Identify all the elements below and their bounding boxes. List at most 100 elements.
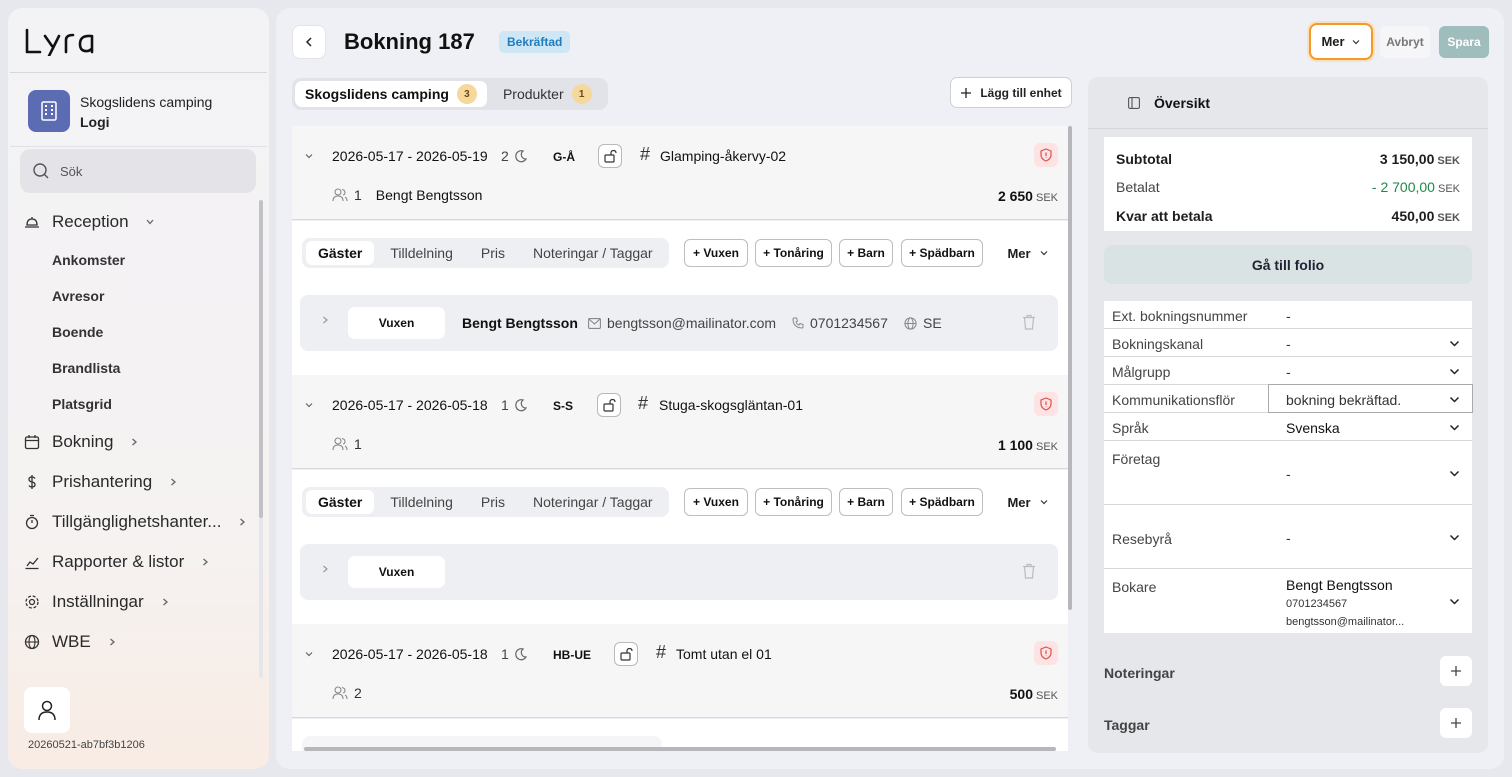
- unlock-icon: [603, 398, 616, 412]
- guest-row[interactable]: Vuxen Bengt Bengtsson bengtsson@mailinat…: [300, 295, 1058, 351]
- add-child-button[interactable]: + Barn: [839, 488, 893, 516]
- chevron-right-icon[interactable]: [320, 564, 330, 574]
- nav-rapporter[interactable]: Rapporter & listor: [24, 552, 210, 572]
- trash-icon[interactable]: [1022, 563, 1036, 579]
- price-currency: SEK: [1035, 690, 1058, 702]
- users-icon: [332, 686, 348, 700]
- add-infant-button[interactable]: + Spädbarn: [901, 239, 983, 267]
- field-travel-agency[interactable]: Resebyrå -: [1104, 505, 1472, 569]
- lock-toggle[interactable]: [598, 144, 622, 168]
- shield-button[interactable]: [1034, 143, 1058, 167]
- list-vertical-scrollbar[interactable]: [1068, 126, 1072, 610]
- unit-guest-name: Bengt Bengtsson: [375, 187, 483, 203]
- nav-sub-brandlista[interactable]: Brandlista: [52, 360, 120, 376]
- org-name[interactable]: Skogslidens camping: [80, 94, 212, 110]
- lock-toggle[interactable]: [597, 393, 621, 417]
- field-label: Företag: [1112, 451, 1161, 467]
- tab-produkter[interactable]: Produkter 1: [493, 81, 602, 107]
- nav-prishantering[interactable]: Prishantering: [24, 472, 178, 492]
- overview-panel: Översikt Subtotal 3 150,00 SEK Betalat - …: [1088, 77, 1488, 753]
- guest-row[interactable]: Vuxen: [300, 544, 1058, 600]
- chevron-down-icon: [1449, 396, 1460, 403]
- add-infant-button[interactable]: + Spädbarn: [901, 488, 983, 516]
- subtotal-label: Subtotal: [1116, 151, 1172, 167]
- search-input[interactable]: Sök: [20, 149, 256, 193]
- lyra-logo[interactable]: [24, 26, 104, 56]
- nav-installningar[interactable]: Inställningar: [24, 592, 170, 612]
- unit-card[interactable]: 2026-05-17 - 2026-05-18 1 S-S # Stuga-sk…: [292, 375, 1068, 469]
- unit-price: 1 100 SEK: [998, 437, 1058, 453]
- unit-card[interactable]: 2026-05-17 - 2026-05-18 1 HB-UE # Tomt u…: [292, 624, 1068, 718]
- add-tag-button[interactable]: [1440, 708, 1472, 738]
- field-value: -: [1286, 364, 1291, 380]
- sidebar-toggle-icon[interactable]: [1128, 96, 1140, 109]
- nav-reception[interactable]: Reception: [24, 212, 155, 232]
- trash-icon[interactable]: [1022, 314, 1036, 330]
- unlock-icon: [620, 647, 633, 661]
- sidebar-scrollbar[interactable]: [259, 200, 263, 518]
- add-adult-button[interactable]: + Vuxen: [684, 488, 748, 516]
- nav-sub-ankomster[interactable]: Ankomster: [52, 252, 125, 268]
- guest-phone: 0701234567: [792, 315, 888, 331]
- nav-sub-boende[interactable]: Boende: [52, 324, 103, 340]
- price-currency: SEK: [1035, 192, 1058, 204]
- add-adult-button[interactable]: + Vuxen: [684, 239, 748, 267]
- unit-dates: 2026-05-17 - 2026-05-19: [332, 148, 488, 164]
- subtab-pris[interactable]: Pris: [469, 241, 517, 265]
- guest-type-badge[interactable]: Vuxen: [348, 307, 445, 339]
- gear-icon: [25, 595, 39, 609]
- unit-name: Tomt utan el 01: [676, 646, 772, 662]
- unit-more-button[interactable]: Mer: [998, 488, 1058, 516]
- add-teen-button[interactable]: + Tonåring: [755, 239, 832, 267]
- user-avatar[interactable]: [24, 687, 70, 733]
- field-company[interactable]: Företag -: [1104, 441, 1472, 505]
- chevron-down-icon[interactable]: [304, 649, 314, 659]
- subtab-noteringar[interactable]: Noteringar / Taggar: [521, 490, 665, 514]
- subtab-gaster[interactable]: Gäster: [306, 490, 375, 514]
- guest-type-badge[interactable]: Vuxen: [348, 556, 445, 588]
- unit-guest-count: 2: [332, 685, 362, 701]
- nav-bokning[interactable]: Bokning: [24, 432, 139, 452]
- dollar-icon: [28, 475, 36, 489]
- subtab-gaster[interactable]: Gäster: [306, 241, 375, 265]
- field-target-group[interactable]: Målgrupp -: [1104, 357, 1472, 385]
- nav-tillganglighet[interactable]: Tillgänglighetshanter...: [24, 512, 247, 532]
- shield-button[interactable]: [1034, 641, 1058, 665]
- add-teen-button[interactable]: + Tonåring: [755, 488, 832, 516]
- bell-icon: [25, 217, 39, 228]
- field-booker[interactable]: Bokare Bengt Bengtsson 0701234567 bengts…: [1104, 569, 1472, 633]
- shield-button[interactable]: [1034, 392, 1058, 416]
- nav-wbe[interactable]: WBE: [24, 632, 117, 652]
- add-unit-button[interactable]: Lägg till enhet: [950, 77, 1072, 108]
- add-note-button[interactable]: [1440, 656, 1472, 686]
- nav-sub-avresor[interactable]: Avresor: [52, 288, 104, 304]
- field-communication-flow[interactable]: Kommunikationsflör bokning bekräftad.: [1104, 384, 1473, 413]
- org-section[interactable]: Logi: [80, 114, 110, 130]
- more-label: Mer: [1007, 494, 1031, 510]
- cancel-button[interactable]: Avbryt: [1380, 26, 1430, 58]
- subtab-noteringar[interactable]: Noteringar / Taggar: [521, 241, 665, 265]
- chevron-down-icon[interactable]: [304, 400, 314, 410]
- chevron-down-icon[interactable]: [304, 151, 314, 161]
- subtab-tilldelning[interactable]: Tilldelning: [378, 490, 465, 514]
- add-child-button[interactable]: + Barn: [839, 239, 893, 267]
- chevron-right-icon[interactable]: [320, 315, 330, 325]
- go-to-folio-button[interactable]: Gå till folio: [1104, 245, 1472, 284]
- back-button[interactable]: [292, 25, 326, 59]
- field-booking-channel[interactable]: Bokningskanal -: [1104, 329, 1472, 357]
- lock-toggle[interactable]: [614, 642, 638, 666]
- list-horizontal-scrollbar[interactable]: [304, 747, 1056, 751]
- unit-subtabs: Gäster Tilldelning Pris Noteringar / Tag…: [302, 487, 669, 517]
- unit-name: Glamping-åkervy-02: [660, 148, 787, 164]
- field-label: Ext. bokningsnummer: [1112, 308, 1248, 324]
- save-button[interactable]: Spara: [1439, 26, 1489, 58]
- unit-more-button[interactable]: Mer: [998, 239, 1058, 267]
- subtab-tilldelning[interactable]: Tilldelning: [378, 241, 465, 265]
- unit-card[interactable]: 2026-05-17 - 2026-05-19 2 G-Å # Glamping…: [292, 126, 1068, 220]
- field-ext-booking-number[interactable]: Ext. bokningsnummer -: [1104, 301, 1472, 329]
- tab-camping[interactable]: Skogslidens camping 3: [295, 81, 487, 107]
- subtab-pris[interactable]: Pris: [469, 490, 517, 514]
- nav-sub-platsgrid[interactable]: Platsgrid: [52, 396, 112, 412]
- field-language[interactable]: Språk Svenska: [1104, 413, 1472, 441]
- more-button[interactable]: Mer: [1309, 23, 1373, 60]
